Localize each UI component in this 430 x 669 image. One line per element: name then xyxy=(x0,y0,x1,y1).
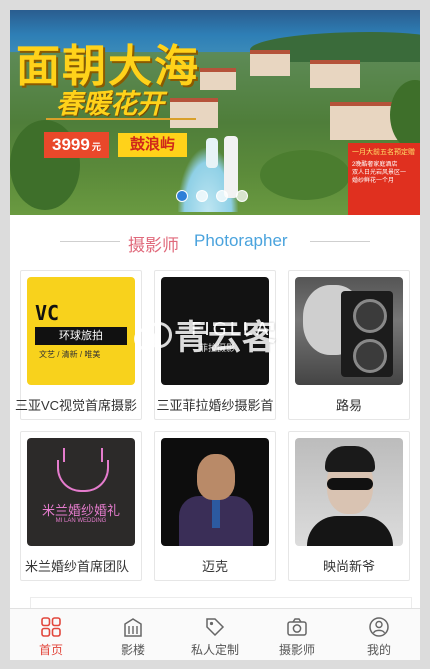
banner-promo: 一月大前五名预定赠 2晚酷奢家庭酒店 双人日光岩风景区一 婚纱鲜花一个月 xyxy=(348,143,420,215)
promo-title: 一月大前五名预定赠 xyxy=(352,149,415,156)
photo-camera-lens xyxy=(353,339,387,373)
banner-divider xyxy=(46,118,196,120)
photographer-section-header: 摄影师 Photorapher xyxy=(10,215,420,265)
banner-house xyxy=(250,50,290,76)
carousel-dot-3[interactable] xyxy=(216,190,228,202)
banner-house xyxy=(200,68,236,90)
banner-tree xyxy=(260,150,350,200)
banner-place: 鼓浪屿 xyxy=(118,133,188,157)
photographer-card[interactable]: 迈克 xyxy=(154,431,276,581)
photo-brand-text: 米兰婚纱婚礼 xyxy=(41,503,120,518)
watermark: 青云客 xyxy=(132,310,276,359)
photo-portrait-tie xyxy=(212,498,220,528)
tab-label: 我的 xyxy=(366,643,391,657)
tab-label: 首页 xyxy=(38,643,63,657)
tab-custom[interactable]: 私人定制 xyxy=(174,609,256,660)
promo-line: 2晚酷奢家庭酒店 xyxy=(352,162,398,168)
banner-price: 3999 元 xyxy=(44,132,109,158)
banner-house xyxy=(310,60,360,88)
photographer-card[interactable]: 米兰婚纱婚礼 MI LAN WEDDING 米兰婚纱首席团队 xyxy=(20,431,142,581)
photographer-name: 三亚VC视觉首席摄影 xyxy=(14,398,138,413)
camera-icon xyxy=(287,618,307,636)
crown-icon xyxy=(57,448,109,492)
building-icon xyxy=(124,618,142,637)
photo-portrait-hair xyxy=(325,446,375,472)
phone-screen: 面朝大海 春暖花开 3999 元 鼓浪屿 一月大前五名预定赠 2晚酷奢家庭酒店 双… xyxy=(10,10,420,660)
promo-line: 婚纱鲜花一个月 xyxy=(352,178,395,184)
photographer-name: 路易 xyxy=(335,398,362,413)
photographer-name: 三亚菲拉婚纱摄影首 xyxy=(156,398,274,413)
tab-label: 私人定制 xyxy=(190,643,239,657)
banner-price-value: 3999 xyxy=(52,135,90,154)
photographer-name: 迈克 xyxy=(201,559,228,574)
tab-home[interactable]: 首页 xyxy=(10,609,92,660)
sunglasses-icon xyxy=(327,478,373,490)
photographer-photo xyxy=(295,277,403,385)
cloud-logo-icon xyxy=(132,320,172,350)
grid-icon xyxy=(41,617,61,637)
photographer-card[interactable]: 路易 xyxy=(288,270,410,420)
photographer-name: 米兰婚纱首席团队 xyxy=(24,559,129,574)
photographer-card[interactable]: VC STUDIO 环球旅拍 文艺 / 清新 / 唯美 三亚VC视觉首席摄影 xyxy=(15,270,142,420)
photo-portrait-face xyxy=(197,454,235,500)
user-icon xyxy=(369,617,389,637)
promo-line: 双人日光岩风景区一 xyxy=(352,170,407,176)
photographer-card[interactable]: 映尚新爷 xyxy=(288,431,410,581)
divider-left xyxy=(60,241,120,242)
photographer-photo xyxy=(161,438,269,546)
banner-house xyxy=(170,98,218,128)
carousel-dot-4[interactable] xyxy=(236,190,248,202)
photo-tag-text: 环球旅拍 xyxy=(35,327,127,345)
carousel-dot-1[interactable] xyxy=(176,190,188,202)
photo-portrait xyxy=(307,516,393,546)
section-title-en: Photorapher xyxy=(194,231,288,250)
section-title-cn: 摄影师 xyxy=(128,236,179,255)
carousel-dots xyxy=(176,190,248,202)
banner-bride xyxy=(206,138,218,168)
bottom-tab-bar: 首页 影楼 私人定制 摄影师 我的 xyxy=(10,608,420,660)
photographer-photo xyxy=(295,438,403,546)
tab-mine[interactable]: 我的 xyxy=(338,609,420,660)
photographer-name: 映尚新爷 xyxy=(322,559,375,574)
tab-photographer[interactable]: 摄影师 xyxy=(256,609,338,660)
divider-right xyxy=(310,241,370,242)
tab-label: 摄影师 xyxy=(278,643,315,657)
photo-brand-sub: MI LAN WEDDING xyxy=(55,518,107,524)
watermark-text: 青云客 xyxy=(174,319,276,357)
banner-price-suffix: 元 xyxy=(91,142,101,152)
banner-groom xyxy=(224,136,238,198)
tab-label: 影楼 xyxy=(120,643,145,657)
tab-studio[interactable]: 影楼 xyxy=(92,609,174,660)
tag-icon xyxy=(206,618,225,637)
photo-camera-lens xyxy=(353,299,387,333)
carousel-dot-2[interactable] xyxy=(196,190,208,202)
banner-subheadline: 春暖花开 xyxy=(56,89,164,120)
photographer-photo: 米兰婚纱婚礼 MI LAN WEDDING xyxy=(27,438,135,546)
banner-carousel[interactable]: 面朝大海 春暖花开 3999 元 鼓浪屿 一月大前五名预定赠 2晚酷奢家庭酒店 双… xyxy=(10,10,420,215)
photo-caption-text: 文艺 / 清新 / 唯美 xyxy=(39,350,101,359)
photographer-photo: VC STUDIO 环球旅拍 文艺 / 清新 / 唯美 xyxy=(27,277,135,385)
